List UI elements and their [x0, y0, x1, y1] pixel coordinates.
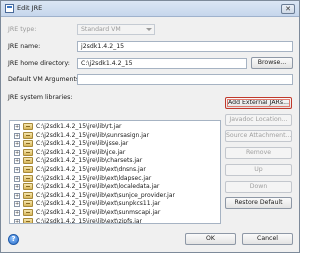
edit-jre-dialog: Edit JRE ✕ JRE type: Standard VM JRE nam… — [0, 0, 300, 253]
jre-name-input[interactable]: j2sdk1.4.2_15 — [77, 41, 293, 52]
library-path: C:\j2sdk1.4.2_15\jre\lib\ext\zipfs.jar — [36, 217, 143, 224]
expand-icon[interactable]: + — [14, 124, 20, 130]
expand-icon[interactable]: + — [14, 149, 20, 156]
jar-icon — [23, 131, 33, 139]
expand-icon[interactable]: + — [14, 158, 20, 165]
library-path: C:\j2sdk1.4.2_15\jre\lib\ext\sunjce_prov… — [36, 191, 175, 199]
expand-icon[interactable]: + — [14, 192, 20, 199]
vm-args-input[interactable] — [77, 74, 293, 85]
help-icon[interactable]: ? — [8, 234, 19, 245]
jar-icon — [23, 140, 33, 148]
system-libraries-label: JRE system libraries: — [8, 94, 73, 101]
expand-icon[interactable]: + — [14, 210, 20, 216]
browse-button[interactable]: Browse... — [251, 57, 293, 69]
library-item[interactable]: + C:\j2sdk1.4.2_15\jre\lib\jce.jar — [10, 148, 220, 157]
jre-type-select[interactable]: Standard VM — [77, 24, 155, 35]
library-path: C:\j2sdk1.4.2_15\jre\lib\rt.jar — [36, 123, 122, 130]
library-item[interactable]: + C:\j2sdk1.4.2_15\jre\lib\ext\sunjce_pro… — [10, 191, 220, 200]
system-libraries-list[interactable]: + C:\j2sdk1.4.2_15\jre\lib\rt.jar + C:\j2sd… — [9, 120, 221, 224]
add-external-jars-button[interactable]: Add External JARs... — [225, 97, 292, 109]
library-item[interactable]: + C:\j2sdk1.4.2_15\jre\lib\ext\sunpkcs11.… — [10, 200, 220, 208]
expand-icon[interactable]: + — [14, 167, 20, 173]
library-item[interactable]: + C:\j2sdk1.4.2_15\jre\lib\ext\sunmscapi.… — [10, 209, 220, 217]
jar-icon — [23, 123, 33, 130]
library-item[interactable]: + C:\j2sdk1.4.2_15\jre\lib\rt.jar — [10, 123, 220, 131]
title-bar: Edit JRE ✕ — [1, 1, 299, 17]
library-path: C:\j2sdk1.4.2_15\jre\lib\ext\dnsns.jar — [36, 166, 146, 173]
dialog-icon — [5, 4, 14, 13]
javadoc-location-button[interactable]: Javadoc Location... — [225, 114, 292, 126]
cancel-button[interactable]: Cancel — [242, 233, 293, 245]
jre-name-label: JRE name: — [8, 43, 41, 50]
dialog-title: Edit JRE — [17, 4, 43, 12]
remove-button[interactable]: Remove — [225, 147, 292, 159]
library-path: C:\j2sdk1.4.2_15\jre\lib\ext\ldapsec.jar — [36, 174, 152, 182]
jar-icon — [23, 200, 33, 208]
jre-home-input[interactable]: C:\j2sdk1.4.2_15 — [77, 58, 247, 69]
library-path: C:\j2sdk1.4.2_15\jre\lib\jce.jar — [36, 148, 126, 156]
library-item[interactable]: + C:\j2sdk1.4.2_15\jre\lib\jsse.jar — [10, 140, 220, 148]
expand-icon[interactable]: + — [14, 201, 20, 208]
jar-icon — [23, 166, 33, 173]
library-item[interactable]: + C:\j2sdk1.4.2_15\jre\lib\charsets.jar — [10, 157, 220, 165]
down-button[interactable]: Down — [225, 181, 292, 193]
library-path: C:\j2sdk1.4.2_15\jre\lib\charsets.jar — [36, 157, 143, 165]
jre-home-label: JRE home directory: — [8, 60, 70, 67]
library-item[interactable]: + C:\j2sdk1.4.2_15\jre\lib\sunrsasign.jar — [10, 131, 220, 140]
expand-icon[interactable]: + — [14, 184, 20, 191]
library-item[interactable]: + C:\j2sdk1.4.2_15\jre\lib\ext\ldapsec.ja… — [10, 174, 220, 183]
expand-icon[interactable]: + — [14, 132, 20, 139]
library-path: C:\j2sdk1.4.2_15\jre\lib\sunrsasign.jar — [36, 131, 150, 139]
jre-type-value: Standard VM — [81, 26, 121, 33]
jar-icon — [23, 148, 33, 156]
jar-icon — [23, 191, 33, 199]
chevron-down-icon — [146, 28, 152, 31]
jar-icon — [23, 157, 33, 165]
up-button[interactable]: Up — [225, 164, 292, 176]
jar-icon — [23, 183, 33, 191]
library-item[interactable]: + C:\j2sdk1.4.2_15\jre\lib\ext\zipfs.jar — [10, 217, 220, 224]
jar-icon — [23, 174, 33, 182]
library-path: C:\j2sdk1.4.2_15\jre\lib\ext\sunpkcs11.j… — [36, 200, 161, 208]
vm-args-label: Default VM Arguments: — [8, 76, 82, 83]
jar-icon — [23, 217, 33, 223]
library-item[interactable]: + C:\j2sdk1.4.2_15\jre\lib\ext\dnsns.jar — [10, 166, 220, 174]
library-item[interactable]: + C:\j2sdk1.4.2_15\jre\lib\ext\localedata… — [10, 183, 220, 191]
source-attachment-button[interactable]: Source Attachment... — [225, 130, 292, 142]
expand-icon[interactable]: + — [14, 218, 20, 223]
library-path: C:\j2sdk1.4.2_15\jre\lib\ext\sunmscapi.j… — [36, 209, 161, 216]
ok-button[interactable]: OK — [185, 233, 236, 245]
library-path: C:\j2sdk1.4.2_15\jre\lib\ext\localedata.… — [36, 183, 160, 191]
jar-icon — [23, 209, 33, 216]
close-button[interactable]: ✕ — [281, 4, 295, 14]
library-path: C:\j2sdk1.4.2_15\jre\lib\jsse.jar — [36, 140, 129, 148]
jre-type-label: JRE type: — [8, 26, 37, 33]
restore-default-button[interactable]: Restore Default — [225, 197, 292, 209]
expand-icon[interactable]: + — [14, 141, 20, 148]
expand-icon[interactable]: + — [14, 175, 20, 182]
